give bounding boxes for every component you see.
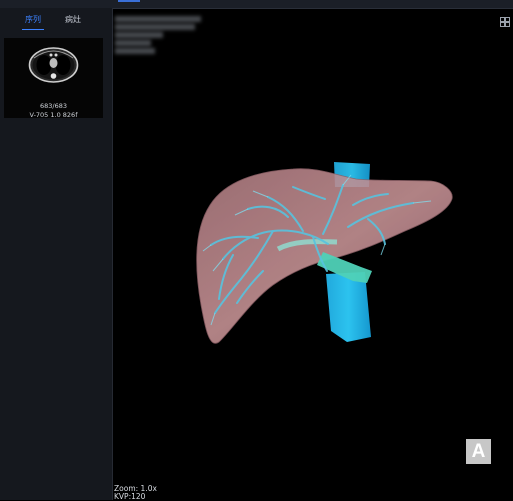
orientation-marker[interactable]: A [466, 439, 491, 464]
series-image-count: 683/683 [39, 102, 67, 110]
series-thumbnail-card[interactable]: 683/683 V-705 1.0 826f [4, 38, 103, 119]
series-info: V-705 1.0 826f [29, 111, 78, 119]
top-tab-indicator [118, 0, 140, 2]
ct-thumbnail-image [4, 38, 103, 90]
sidebar-tabs: 序列 病灶 [0, 10, 112, 30]
tab-series[interactable]: 序列 [18, 12, 48, 28]
liver-3d-model[interactable] [113, 9, 513, 500]
tab-lesions[interactable]: 病灶 [58, 12, 88, 28]
active-tab-underline [22, 29, 44, 30]
3d-viewport[interactable]: A Zoom: 1.0x KVP:120 [113, 9, 513, 501]
sidebar: 序列 病灶 683/683 V-705 1.0 826f [0, 8, 113, 500]
